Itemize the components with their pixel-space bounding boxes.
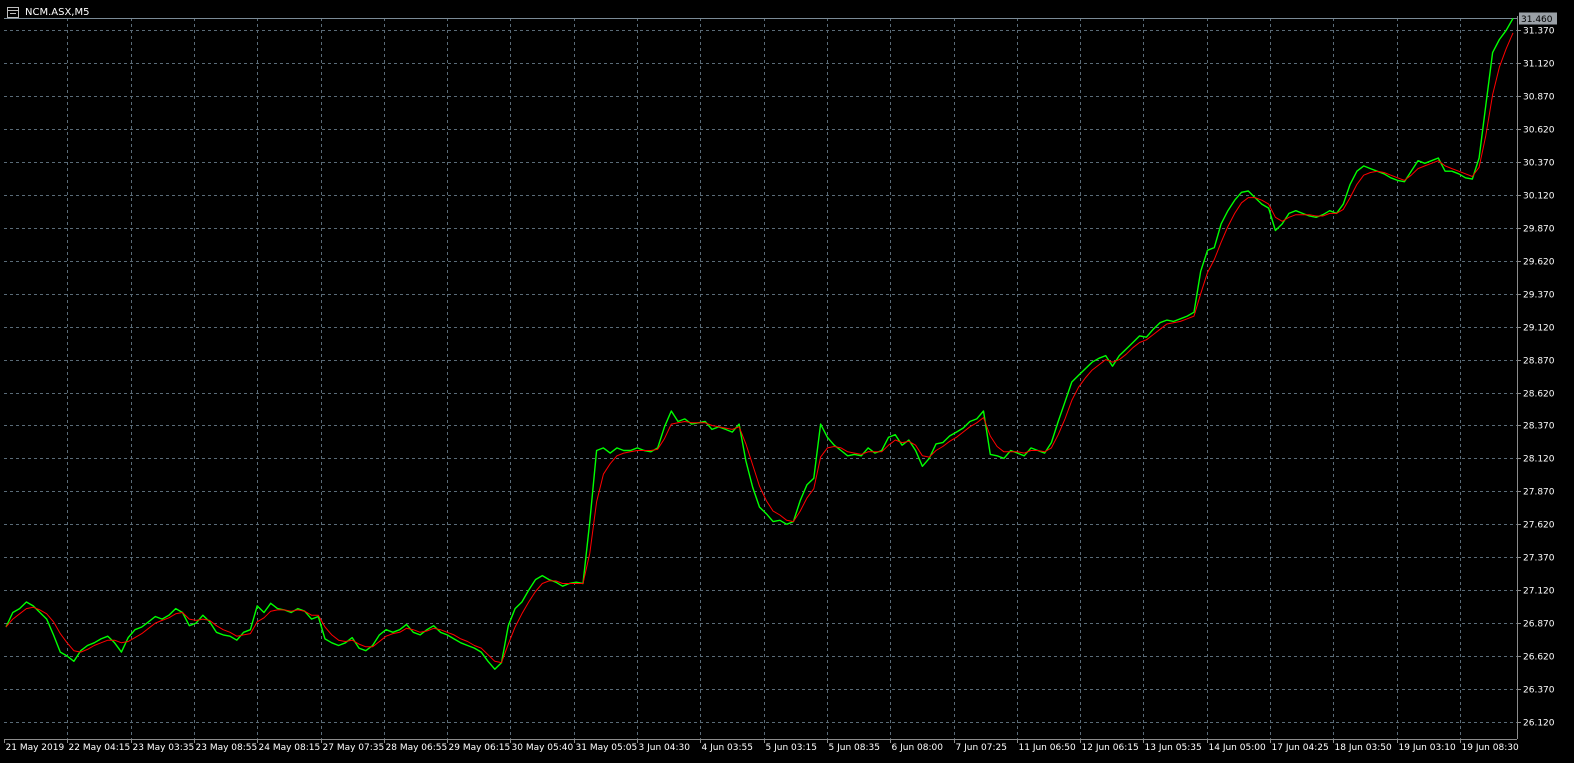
y-tick-label: 26.120 <box>1523 719 1555 729</box>
x-tick-label: 11 Jun 06:50 <box>1019 743 1076 753</box>
x-tick-label: 18 Jun 03:50 <box>1335 743 1392 753</box>
y-tick-label: 28.370 <box>1523 422 1555 432</box>
x-tick-label: 17 Jun 04:25 <box>1272 743 1329 753</box>
y-tick-label: 28.120 <box>1523 455 1555 465</box>
x-tick-label: 19 Jun 08:30 <box>1462 743 1519 753</box>
price-chart[interactable]: 31.370 31.120 30.870 30.620 30.370 30.120 29.8… <box>0 0 1574 763</box>
x-tick-label: 22 May 04:15 <box>69 743 131 753</box>
y-tick-label: 30.120 <box>1523 192 1555 202</box>
y-tick-label: 31.370 <box>1523 27 1555 37</box>
x-tick-label: 3 Jun 04:30 <box>639 743 691 753</box>
x-tick-label: 7 Jun 07:25 <box>956 743 1007 753</box>
y-tick-label: 29.120 <box>1523 324 1555 334</box>
x-tick-label: 28 May 06:55 <box>386 743 448 753</box>
y-tick-label: 29.870 <box>1523 225 1555 235</box>
x-tick-label: 23 May 08:55 <box>196 743 258 753</box>
x-tick-label: 24 May 08:15 <box>259 743 321 753</box>
y-tick-label: 29.620 <box>1523 258 1555 268</box>
x-tick-label: 19 Jun 03:10 <box>1399 743 1456 753</box>
x-tick-label: 12 Jun 06:15 <box>1082 743 1139 753</box>
x-tick-label: 27 May 07:35 <box>323 743 385 753</box>
x-tick-label: 14 Jun 05:00 <box>1209 743 1266 753</box>
y-tick-label: 27.120 <box>1523 587 1555 597</box>
y-tick-label: 30.870 <box>1523 93 1555 103</box>
x-tick-label: 5 Jun 03:15 <box>766 743 817 753</box>
x-tick-label: 6 Jun 08:00 <box>892 743 944 753</box>
y-tick-label: 28.870 <box>1523 357 1555 367</box>
chart-header: NCM.ASX,M5 <box>7 5 89 19</box>
y-tick-label: 29.370 <box>1523 291 1555 301</box>
x-tick-label: 5 Jun 08:35 <box>829 743 880 753</box>
y-tick-label: 27.870 <box>1523 488 1555 498</box>
x-tick-label: 30 May 05:40 <box>512 743 574 753</box>
chart-background <box>0 0 1574 763</box>
x-tick-label: 23 May 03:35 <box>133 743 195 753</box>
y-tick-label: 30.370 <box>1523 159 1555 169</box>
y-tick-label: 31.120 <box>1523 60 1555 70</box>
y-tick-label: 26.620 <box>1523 653 1555 663</box>
chart-title: NCM.ASX,M5 <box>25 6 90 18</box>
x-tick-label: 29 May 06:15 <box>449 743 511 753</box>
x-tick-label: 13 Jun 05:35 <box>1145 743 1202 753</box>
y-tick-label: 27.620 <box>1523 521 1555 531</box>
current-price-label: 31.460 <box>1521 15 1553 25</box>
y-tick-label: 30.620 <box>1523 126 1555 136</box>
y-tick-label: 26.870 <box>1523 620 1555 630</box>
y-tick-label: 27.370 <box>1523 554 1555 564</box>
x-tick-label: 4 Jun 03:55 <box>702 743 753 753</box>
y-tick-label: 26.370 <box>1523 686 1555 696</box>
y-tick-label: 28.620 <box>1523 390 1555 400</box>
x-tick-label: 31 May 05:05 <box>576 743 638 753</box>
chart-window-icon[interactable] <box>7 6 19 18</box>
x-tick-label: 21 May 2019 <box>6 743 65 753</box>
